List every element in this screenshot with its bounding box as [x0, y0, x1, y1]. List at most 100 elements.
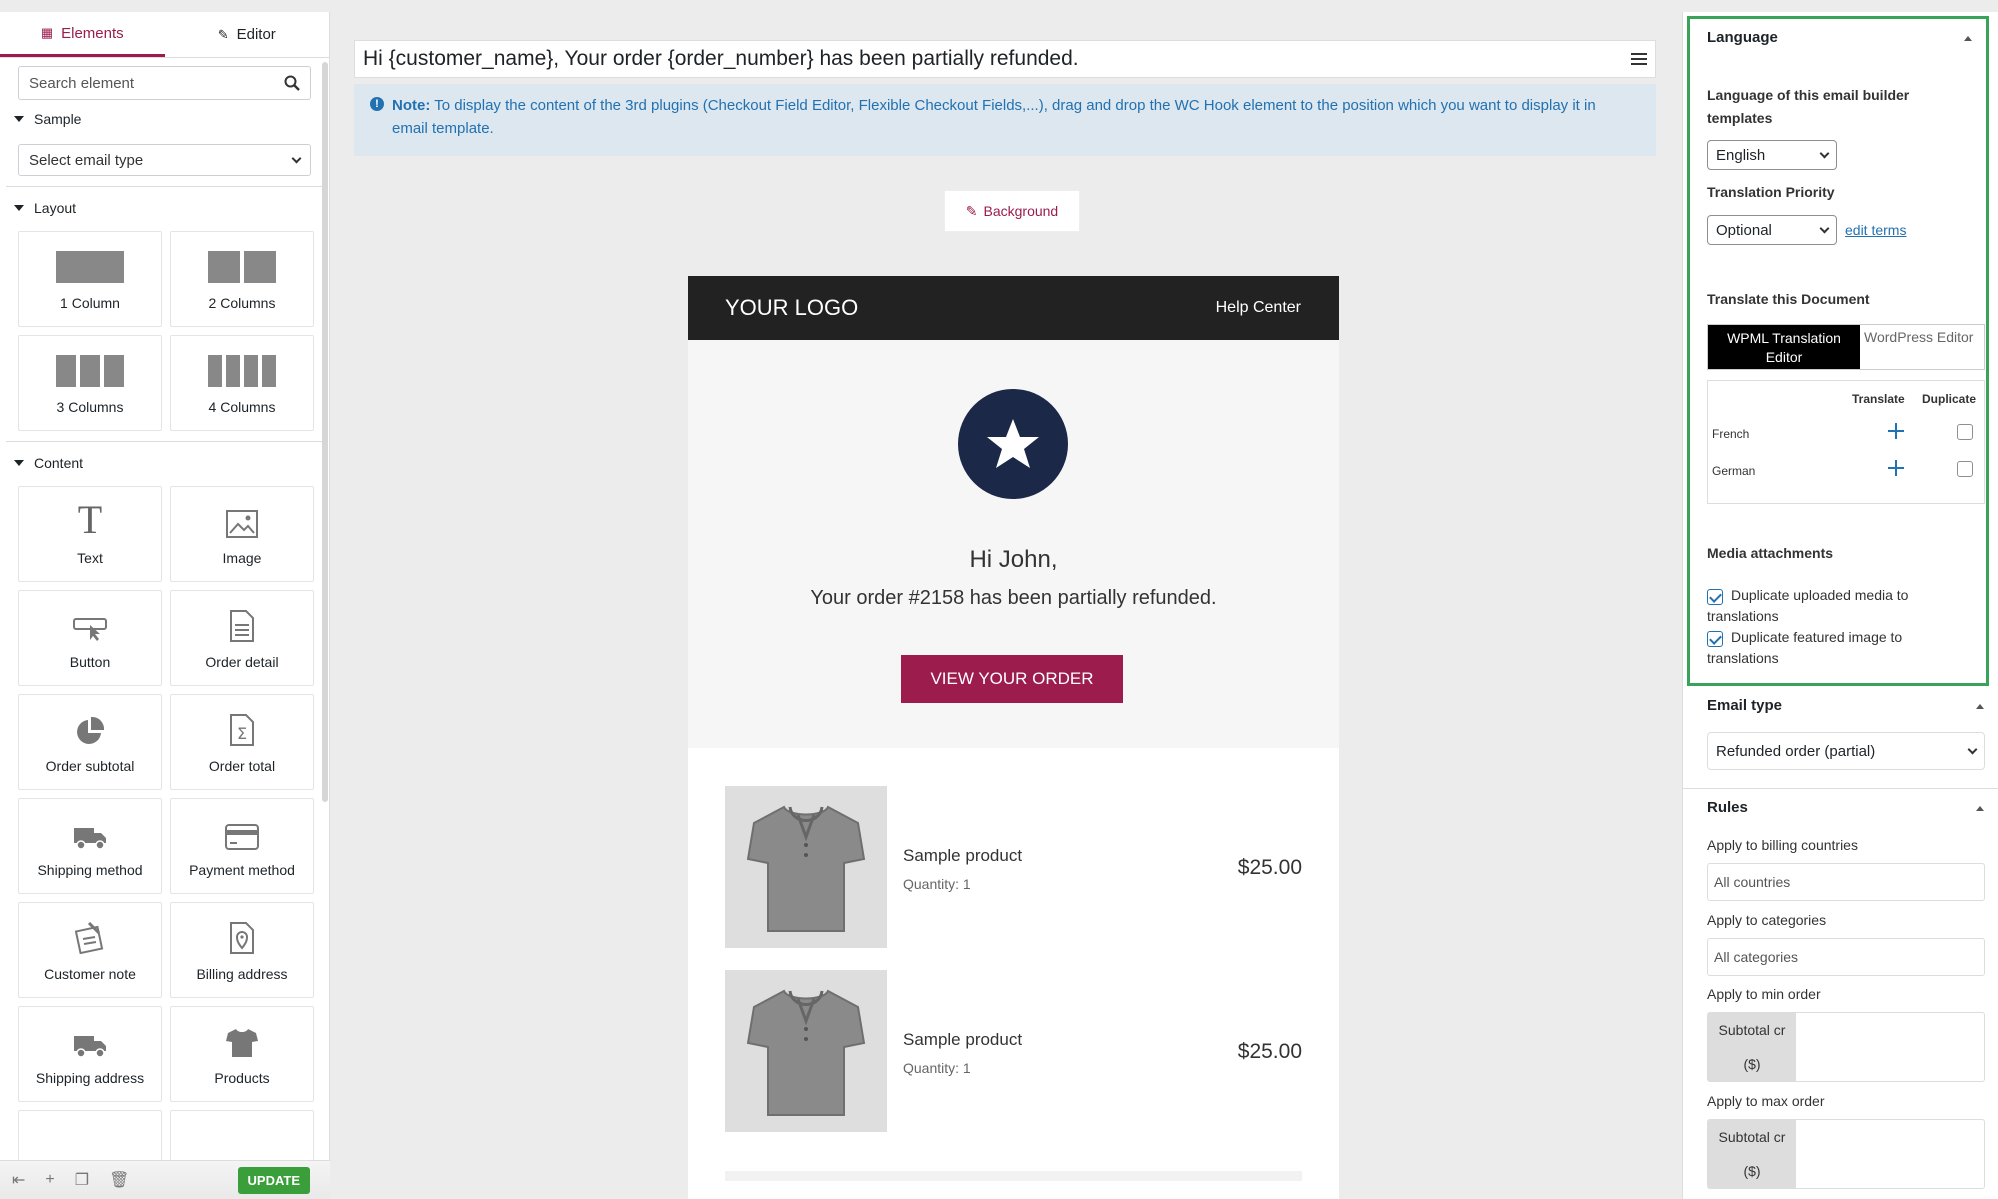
language-row-label: French: [1712, 427, 1750, 441]
language-row-label: German: [1712, 464, 1756, 478]
email-type-select[interactable]: Refunded order (partial): [1707, 732, 1985, 770]
svg-text:Σ: Σ: [237, 724, 247, 743]
element-payment-method[interactable]: Payment method: [170, 798, 314, 894]
two-columns-icon: [208, 247, 276, 283]
add-icon[interactable]: +: [45, 1171, 54, 1189]
billing-countries-label: Apply to billing countries: [1707, 837, 1858, 853]
language-section: Language Language of this email builder …: [1687, 16, 1989, 686]
rules-title[interactable]: Rules: [1707, 799, 1748, 816]
element-shipping-address[interactable]: Shipping address: [18, 1006, 162, 1102]
divider: [1683, 788, 1998, 789]
max-order-label: Apply to max order: [1707, 1093, 1825, 1109]
categories-input[interactable]: All categories: [1707, 938, 1985, 976]
settings-panel: Language Language of this email builder …: [1682, 12, 1998, 1199]
trash-icon[interactable]: 🗑: [109, 1170, 129, 1190]
element-text[interactable]: T Text: [18, 486, 162, 582]
add-translation-icon[interactable]: [1888, 423, 1904, 439]
update-button[interactable]: UPDATE: [237, 1166, 310, 1194]
language-select[interactable]: English: [1707, 140, 1837, 170]
collapse-icon[interactable]: [1964, 36, 1972, 41]
product-price: $25.00: [1237, 856, 1302, 879]
email-header[interactable]: YOUR LOGO Help Center: [688, 276, 1339, 340]
background-button[interactable]: ✎ Background: [944, 190, 1080, 232]
element-customer-note[interactable]: Customer note: [18, 902, 162, 998]
section-sample[interactable]: Sample: [0, 100, 329, 138]
email-message: Your order #2158 has been partially refu…: [810, 587, 1217, 609]
element-shipping-method[interactable]: Shipping method: [18, 798, 162, 894]
section-layout[interactable]: Layout: [0, 197, 329, 219]
email-type-select[interactable]: Select email type: [18, 144, 311, 176]
element-order-subtotal[interactable]: Order subtotal: [18, 694, 162, 790]
layout-4-columns[interactable]: 4 Columns: [170, 335, 314, 431]
chevron-down-icon: [291, 153, 302, 163]
max-order-input[interactable]: Subtotal cr ($): [1707, 1119, 1985, 1189]
note-text: To display the content of the 3rd plugin…: [392, 97, 1596, 137]
media-attachments-title: Media attachments: [1707, 545, 1834, 561]
product-row[interactable]: Sample product Quantity: 1 $25.00: [725, 970, 1302, 1132]
truck-icon: [73, 1022, 107, 1058]
product-row[interactable]: Sample product Quantity: 1 $25.00: [725, 786, 1302, 948]
collapse-icon[interactable]: [1976, 704, 1984, 709]
search-input[interactable]: Search element: [18, 66, 311, 100]
copy-icon[interactable]: ❐: [75, 1170, 89, 1190]
translation-table: Translate Duplicate French German: [1707, 380, 1985, 504]
duplicate-checkbox[interactable]: [1957, 461, 1973, 477]
tshirt-icon: [225, 1022, 259, 1058]
element-button[interactable]: Button: [18, 590, 162, 686]
language-label: Language of this email builder templates: [1707, 87, 1910, 126]
product-quantity: Quantity: 1: [903, 1060, 971, 1076]
divider: [6, 441, 323, 442]
three-columns-icon: [56, 351, 124, 387]
caret-down-icon: [14, 205, 24, 211]
hamburger-menu-icon[interactable]: [1631, 53, 1647, 65]
layout-1-column[interactable]: 1 Column: [18, 231, 162, 327]
divider: [6, 186, 323, 187]
sidebar-scrollbar[interactable]: [322, 62, 328, 802]
elements-sidebar: ▦ Elements ✎ Editor Search element Sampl…: [0, 12, 330, 1199]
caret-down-icon: [14, 460, 24, 466]
content-grid: T Text Image Button Order detail Order s…: [0, 480, 329, 1199]
email-logo: YOUR LOGO: [725, 295, 859, 320]
element-billing-address[interactable]: Billing address: [170, 902, 314, 998]
email-hero[interactable]: Hi John, Your order #2158 has been parti…: [688, 340, 1339, 748]
billing-countries-input[interactable]: All countries: [1707, 863, 1985, 901]
chevron-down-icon: [1819, 223, 1830, 233]
edit-terms-link[interactable]: edit terms: [1845, 222, 1906, 238]
search-icon: [284, 75, 300, 91]
element-order-total[interactable]: Σ Order total: [170, 694, 314, 790]
pie-chart-icon: [75, 710, 105, 746]
chevron-down-icon: [1819, 148, 1830, 158]
info-note: ! Note: To display the content of the 3r…: [354, 84, 1656, 156]
priority-select[interactable]: Optional: [1707, 215, 1837, 245]
chevron-down-icon: [1967, 744, 1978, 754]
duplicate-featured-label: Duplicate featured image to translations: [1707, 629, 1903, 666]
element-image[interactable]: Image: [170, 486, 314, 582]
element-products[interactable]: Products: [170, 1006, 314, 1102]
note-label: Note:: [392, 97, 431, 114]
email-subject-bar[interactable]: Hi {customer_name}, Your order {order_nu…: [354, 40, 1656, 78]
caret-down-icon: [14, 116, 24, 122]
image-icon: [226, 502, 258, 538]
collapse-icon[interactable]: [1976, 806, 1984, 811]
view-order-button[interactable]: VIEW YOUR ORDER: [901, 655, 1123, 703]
tshirt-icon: [746, 805, 866, 932]
layout-3-columns[interactable]: 3 Columns: [18, 335, 162, 431]
tab-elements[interactable]: ▦ Elements: [0, 12, 165, 57]
email-type-title[interactable]: Email type: [1707, 697, 1782, 714]
language-title[interactable]: Language: [1707, 29, 1778, 46]
section-content[interactable]: Content: [0, 452, 329, 474]
wpml-editor-option[interactable]: WPML Translation Editor: [1708, 325, 1860, 369]
duplicate-checkbox[interactable]: [1957, 424, 1973, 440]
wordpress-editor-option[interactable]: WordPress Editor: [1860, 325, 1984, 369]
help-center-link[interactable]: Help Center: [1216, 299, 1301, 317]
element-order-detail[interactable]: Order detail: [170, 590, 314, 686]
tab-editor[interactable]: ✎ Editor: [165, 12, 330, 57]
exit-icon[interactable]: ⇤: [12, 1170, 25, 1190]
product-quantity: Quantity: 1: [903, 876, 971, 892]
categories-label: Apply to categories: [1707, 912, 1827, 928]
layout-2-columns[interactable]: 2 Columns: [170, 231, 314, 327]
location-icon: [229, 918, 255, 954]
email-greeting: Hi John,: [969, 546, 1058, 573]
add-translation-icon[interactable]: [1888, 460, 1904, 476]
min-order-input[interactable]: Subtotal cr ($): [1707, 1012, 1985, 1082]
